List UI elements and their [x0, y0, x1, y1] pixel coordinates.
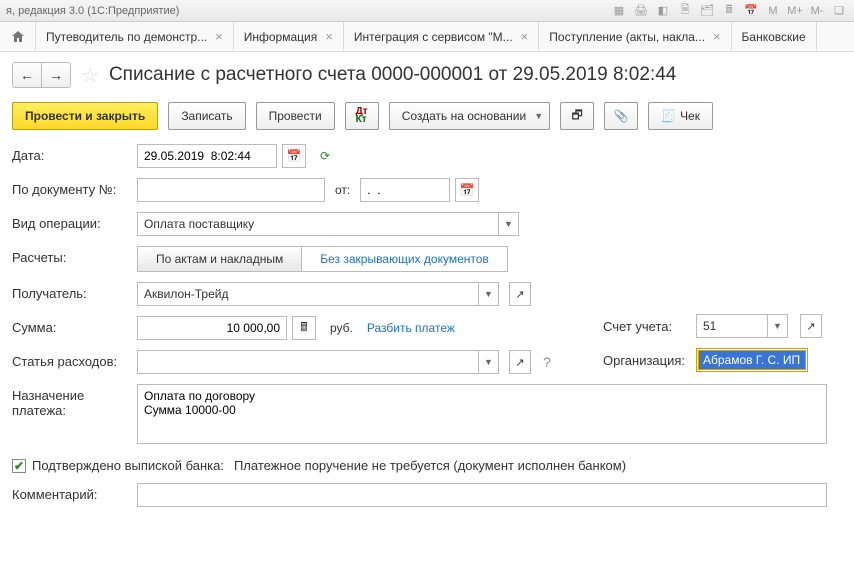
ruble-label: руб.: [330, 321, 353, 335]
post-button[interactable]: Провести: [256, 102, 335, 130]
tb-icon-last[interactable]: ❏: [830, 2, 848, 20]
tabbar: Путеводитель по демонстр... × Информация ×…: [0, 22, 854, 52]
m-minus-icon[interactable]: M-: [808, 2, 826, 20]
comment-input[interactable]: [137, 483, 827, 507]
account-select[interactable]: 51 ▼: [696, 314, 788, 338]
close-icon[interactable]: ×: [215, 29, 223, 44]
cheque-icon: 🧾: [661, 109, 676, 123]
tb-icon-1[interactable]: ▦: [610, 2, 628, 20]
calc-label: Расчеты:: [12, 246, 137, 265]
tb-icon-5[interactable]: 🗂: [698, 2, 716, 20]
confirmed-label: Подтверждено выпиской банка:: [32, 458, 224, 473]
tab-noclose[interactable]: Без закрывающих документов: [302, 247, 507, 271]
close-icon[interactable]: ×: [325, 29, 333, 44]
account-label: Счет учета:: [603, 319, 688, 334]
expense-select[interactable]: ▼: [137, 350, 499, 374]
calendar-icon[interactable]: 📅: [742, 2, 760, 20]
chevron-down-icon[interactable]: ▼: [478, 283, 498, 305]
calendar-picker-icon[interactable]: 📅: [455, 178, 479, 202]
btn-label: Чек: [680, 109, 700, 123]
chevron-down-icon[interactable]: ▼: [767, 315, 787, 337]
date-label: Дата:: [12, 144, 137, 163]
tab-info[interactable]: Информация ×: [234, 22, 344, 51]
chevron-down-icon[interactable]: ▼: [478, 351, 498, 373]
chevron-down-icon: ▼: [534, 111, 543, 121]
recipient-label: Получатель:: [12, 282, 137, 301]
close-icon[interactable]: ×: [521, 29, 529, 44]
from-label: от:: [335, 183, 350, 197]
calc-tabs: По актам и накладным Без закрывающих док…: [137, 246, 508, 272]
save-button[interactable]: Записать: [168, 102, 245, 130]
tab-acts[interactable]: По актам и накладным: [138, 247, 302, 271]
tab-integration[interactable]: Интеграция с сервисом "М... ×: [344, 22, 539, 51]
docno-label: По документу №:: [12, 178, 137, 197]
tab-guide[interactable]: Путеводитель по демонстр... ×: [36, 22, 234, 51]
org-label: Организация:: [603, 353, 688, 368]
m-icon[interactable]: M: [764, 2, 782, 20]
post-and-close-button[interactable]: Провести и закрыть: [12, 102, 158, 130]
tb-icon-4[interactable]: 🗎: [676, 2, 694, 20]
dtkt-button[interactable]: ДтКт: [345, 102, 379, 130]
confirmed-checkbox[interactable]: ✔: [12, 459, 26, 473]
calculator-icon[interactable]: 🖩: [292, 316, 316, 340]
structure-button[interactable]: 🗗: [560, 102, 594, 130]
tab-label: Путеводитель по демонстр...: [46, 30, 207, 44]
select-value: Оплата поставщику: [138, 217, 498, 231]
create-based-button[interactable]: Создать на основании ▼: [389, 102, 550, 130]
page-title: Списание с расчетного счета 0000-000001 …: [109, 64, 676, 86]
favorite-icon[interactable]: ☆: [81, 63, 99, 88]
m-plus-icon[interactable]: M+: [786, 2, 804, 20]
titlebar-icons: ▦ 🖨 ◧ 🗎 🗂 🖩 📅 M M+ M- ❏: [610, 2, 848, 20]
print-icon[interactable]: 🖨: [632, 2, 650, 20]
help-icon[interactable]: ?: [543, 354, 551, 370]
optype-select[interactable]: Оплата поставщику ▼: [137, 212, 519, 236]
tab-label: Информация: [244, 30, 317, 44]
chevron-down-icon[interactable]: ▼: [498, 213, 518, 235]
calc-icon[interactable]: 🖩: [720, 2, 738, 20]
tab-label: Поступление (акты, накла...: [549, 30, 705, 44]
recipient-select[interactable]: Аквилон-Трейд ▼: [137, 282, 499, 306]
select-value: 51: [697, 319, 767, 333]
tab-bank[interactable]: Банковские: [732, 22, 817, 51]
expense-label: Статья расходов:: [12, 350, 137, 369]
from-date-input[interactable]: [360, 178, 450, 202]
open-account-button[interactable]: ↗: [800, 314, 822, 338]
forward-button[interactable]: →: [41, 62, 71, 88]
tb-icon-3[interactable]: ◧: [654, 2, 672, 20]
btn-label: Создать на основании: [402, 109, 527, 123]
open-expense-button[interactable]: ↗: [509, 350, 531, 374]
org-field-wrapper: Абрамов Г. С. ИП: [696, 348, 808, 372]
payment-order-text: Платежное поручение не требуется (докуме…: [234, 458, 626, 473]
back-button[interactable]: ←: [12, 62, 42, 88]
select-value: Аквилон-Трейд: [138, 287, 478, 301]
optype-label: Вид операции:: [12, 212, 137, 231]
tab-label: Интеграция с сервисом "М...: [354, 30, 513, 44]
amount-input[interactable]: [137, 316, 287, 340]
purpose-textarea[interactable]: [137, 384, 827, 444]
cheque-button[interactable]: 🧾 Чек: [648, 102, 713, 130]
amount-label: Сумма:: [12, 316, 137, 335]
comment-label: Комментарий:: [12, 483, 137, 502]
purpose-label: Назначение платежа:: [12, 384, 137, 418]
org-input[interactable]: Абрамов Г. С. ИП: [698, 350, 806, 370]
tab-receipt[interactable]: Поступление (акты, накла... ×: [539, 22, 731, 51]
tab-label: Банковские: [742, 30, 806, 44]
calendar-picker-icon[interactable]: 📅: [282, 144, 306, 168]
titlebar: я, редакция 3.0 (1С:Предприятие) ▦ 🖨 ◧ 🗎…: [0, 0, 854, 22]
toolbar: Провести и закрыть Записать Провести ДтК…: [12, 102, 842, 130]
open-recipient-button[interactable]: ↗: [509, 282, 531, 306]
home-tab[interactable]: [0, 22, 36, 51]
attach-button[interactable]: 📎: [604, 102, 638, 130]
close-icon[interactable]: ×: [713, 29, 721, 44]
checkmark-icon: ✔: [14, 459, 24, 473]
refresh-icon[interactable]: ⟳: [320, 149, 330, 163]
date-input[interactable]: [137, 144, 277, 168]
window-title: я, редакция 3.0 (1С:Предприятие): [6, 5, 179, 17]
docno-input[interactable]: [137, 178, 325, 202]
split-payment-link[interactable]: Разбить платеж: [367, 321, 455, 335]
